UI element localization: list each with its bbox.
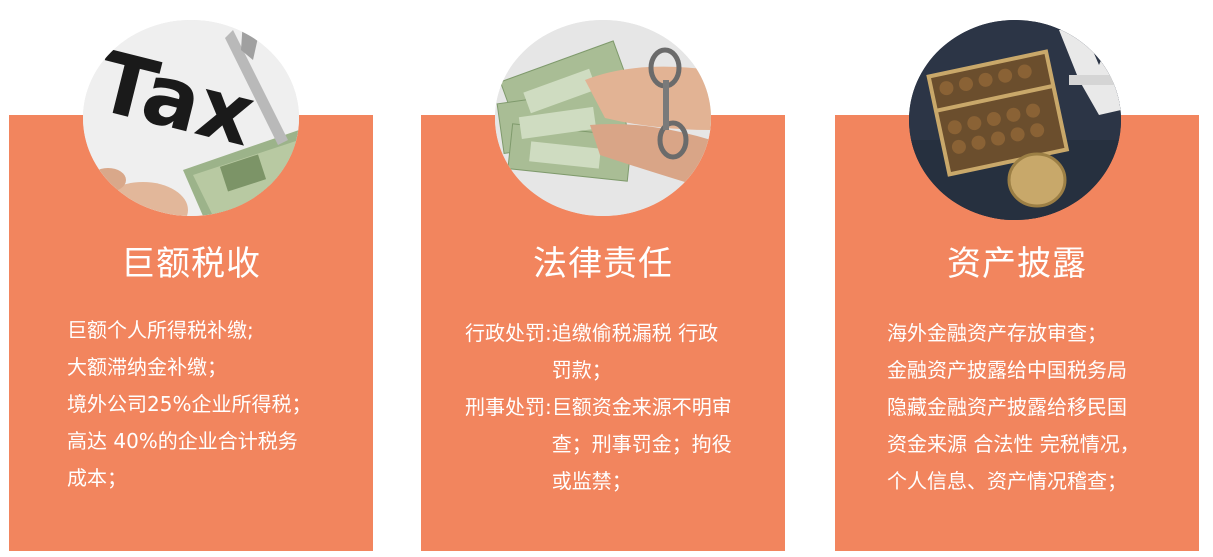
abacus-coin-photo: [909, 20, 1121, 220]
card-body: 海外金融资产存放审查； 金融资产披露给中国税务局 隐藏金融资产披露给移民国 资金…: [887, 315, 1192, 500]
list-item: 海外金融资产存放审查；: [887, 321, 1107, 345]
card-body: 行政处罚: 追缴偷税漏税 行政罚款； 刑事处罚: 巨额资金来源不明审查；刑事罚金…: [465, 315, 785, 500]
list-item: 高达 40%的企业合计税务: [67, 429, 298, 453]
tax-scissors-icon: Tax: [83, 20, 299, 216]
list-item: 境外公司25%企业所得税；: [67, 392, 312, 416]
card-title: 巨额税收: [121, 244, 261, 284]
list-item: 金融资产披露给中国税务局: [887, 358, 1127, 382]
list-item: 刑事处罚: 巨额资金来源不明审查；刑事罚金；拘役或监禁；: [465, 389, 785, 500]
penalty-label: 行政处罚:: [465, 321, 552, 345]
penalty-text: 追缴偷税漏税 行政罚款；: [551, 321, 719, 382]
list-item: 隐藏金融资产披露给移民国: [887, 395, 1127, 419]
list-item: 行政处罚: 追缴偷税漏税 行政罚款；: [465, 315, 785, 389]
list-item: 大额滞纳金补缴；: [67, 355, 227, 379]
list-item: 个人信息、资产情况稽查；: [887, 469, 1127, 493]
list-item: 成本；: [67, 466, 127, 490]
list-item: 巨额个人所得税补缴;: [67, 318, 254, 342]
card-body: 巨额个人所得税补缴; 大额滞纳金补缴； 境外公司25%企业所得税； 高达 40%…: [67, 312, 367, 497]
tax-photo: Tax: [83, 20, 299, 216]
handcuffs-money-icon: [495, 20, 711, 216]
card-title: 资产披露: [947, 244, 1087, 284]
abacus-coin-icon: [909, 20, 1121, 220]
handcuffs-money-photo: [495, 20, 711, 216]
list-item: 资金来源 合法性 完税情况，: [887, 432, 1140, 456]
card-title: 法律责任: [533, 244, 673, 284]
penalty-text: 巨额资金来源不明审查；刑事罚金；拘役或监禁；: [551, 395, 732, 493]
penalty-label: 刑事处罚:: [465, 395, 552, 419]
